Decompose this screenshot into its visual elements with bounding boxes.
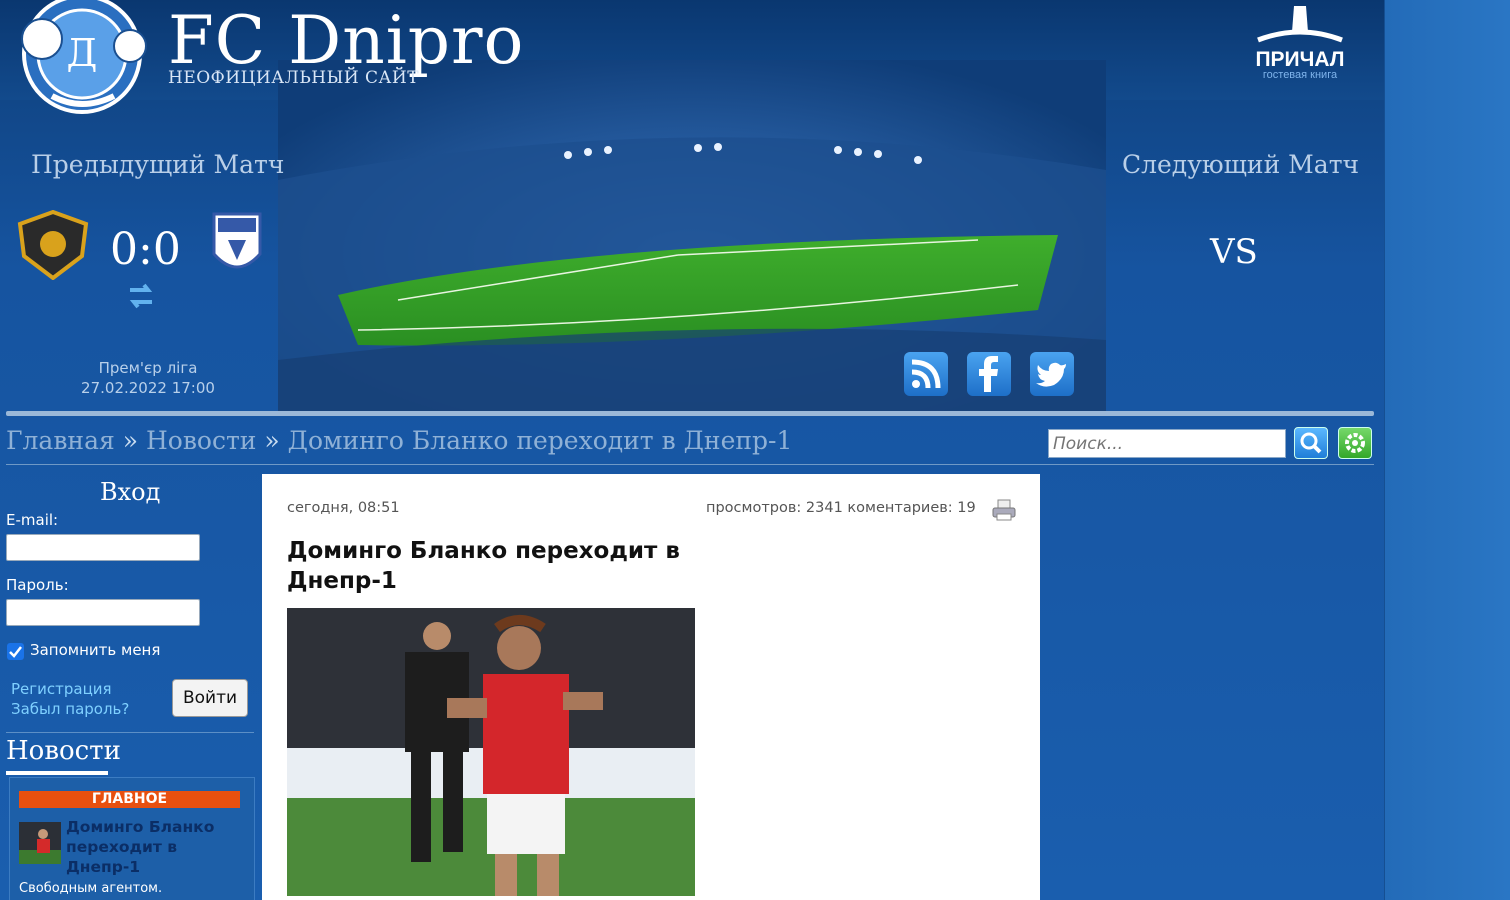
prev-match-title: Предыдущий Матч: [31, 150, 285, 179]
password-label: Пароль:: [6, 576, 69, 594]
check-icon: [9, 646, 22, 658]
away-team-logo[interactable]: [210, 210, 264, 282]
search-icon: [1300, 432, 1322, 454]
news-item-title[interactable]: Доминго Бланко переходит в Днепр-1: [66, 817, 246, 877]
register-link[interactable]: Регистрация: [11, 680, 112, 698]
email-field[interactable]: [6, 534, 200, 561]
login-button[interactable]: Войти: [172, 679, 248, 717]
breadcrumb: Главная » Новости » Доминго Бланко перех…: [6, 426, 792, 455]
news-thumbnail[interactable]: [19, 822, 61, 864]
club-logo[interactable]: Д: [12, 0, 152, 122]
sidebar-divider: [6, 732, 254, 733]
match-datetime: 27.02.2022 17:00: [81, 379, 215, 397]
site-subtitle: НЕОФИЦИАЛЬНЫЙ САЙТ: [168, 68, 420, 88]
search-button[interactable]: [1294, 427, 1328, 459]
home-team-logo[interactable]: [14, 209, 92, 281]
gear-icon: [1345, 433, 1365, 453]
match-details-icon[interactable]: [126, 282, 156, 310]
article-title: Доминго Бланко переходит в Днепр-1: [287, 538, 680, 594]
facebook-icon[interactable]: [967, 352, 1011, 396]
svg-text:Д: Д: [67, 31, 98, 75]
forgot-password-link[interactable]: Забыл пароль?: [11, 700, 129, 718]
breadcrumb-news[interactable]: Новости: [146, 426, 256, 455]
news-title-underline: [6, 771, 108, 775]
news-section-title: Новости: [6, 736, 121, 766]
news-item-description: Свободным агентом.: [19, 881, 163, 896]
article-image[interactable]: [287, 608, 695, 896]
advanced-search-button[interactable]: [1338, 427, 1372, 459]
breadcrumb-home[interactable]: Главная: [6, 426, 115, 455]
prev-match-score: 0:0: [110, 224, 181, 275]
featured-badge: ГЛАВНОЕ: [19, 791, 240, 808]
header-divider: [6, 411, 1374, 416]
remember-checkbox[interactable]: [7, 643, 24, 660]
print-icon[interactable]: [991, 498, 1017, 522]
breadcrumb-separator: »: [122, 426, 139, 455]
search-input[interactable]: [1048, 429, 1286, 458]
remember-label[interactable]: Запомнить меня: [30, 641, 160, 659]
prev-match-league: Прем'єр ліга 27.02.2022 17:00: [40, 358, 256, 398]
guestbook-logo[interactable]: ПРИЧАЛ гостевая книга: [1244, 2, 1356, 90]
next-match-vs: VS: [1210, 232, 1258, 272]
right-background-strip: [1384, 0, 1510, 900]
login-title: Вход: [100, 478, 161, 506]
article-date: сегодня, 08:51: [287, 500, 400, 516]
breadcrumb-current: Доминго Бланко переходит в Днепр-1: [287, 426, 793, 455]
article-stats: просмотров: 2341 коментариев: 19: [706, 500, 976, 516]
breadcrumb-separator: »: [264, 426, 280, 455]
breadcrumb-divider: [6, 464, 1374, 465]
twitter-icon[interactable]: [1030, 352, 1074, 396]
league-name: Прем'єр ліга: [98, 359, 198, 377]
password-field[interactable]: [6, 599, 200, 626]
email-label: E-mail:: [6, 511, 59, 529]
book-icon: [1257, 6, 1343, 43]
rss-icon[interactable]: [904, 352, 948, 396]
next-match-title: Следующий Матч: [1122, 150, 1360, 179]
